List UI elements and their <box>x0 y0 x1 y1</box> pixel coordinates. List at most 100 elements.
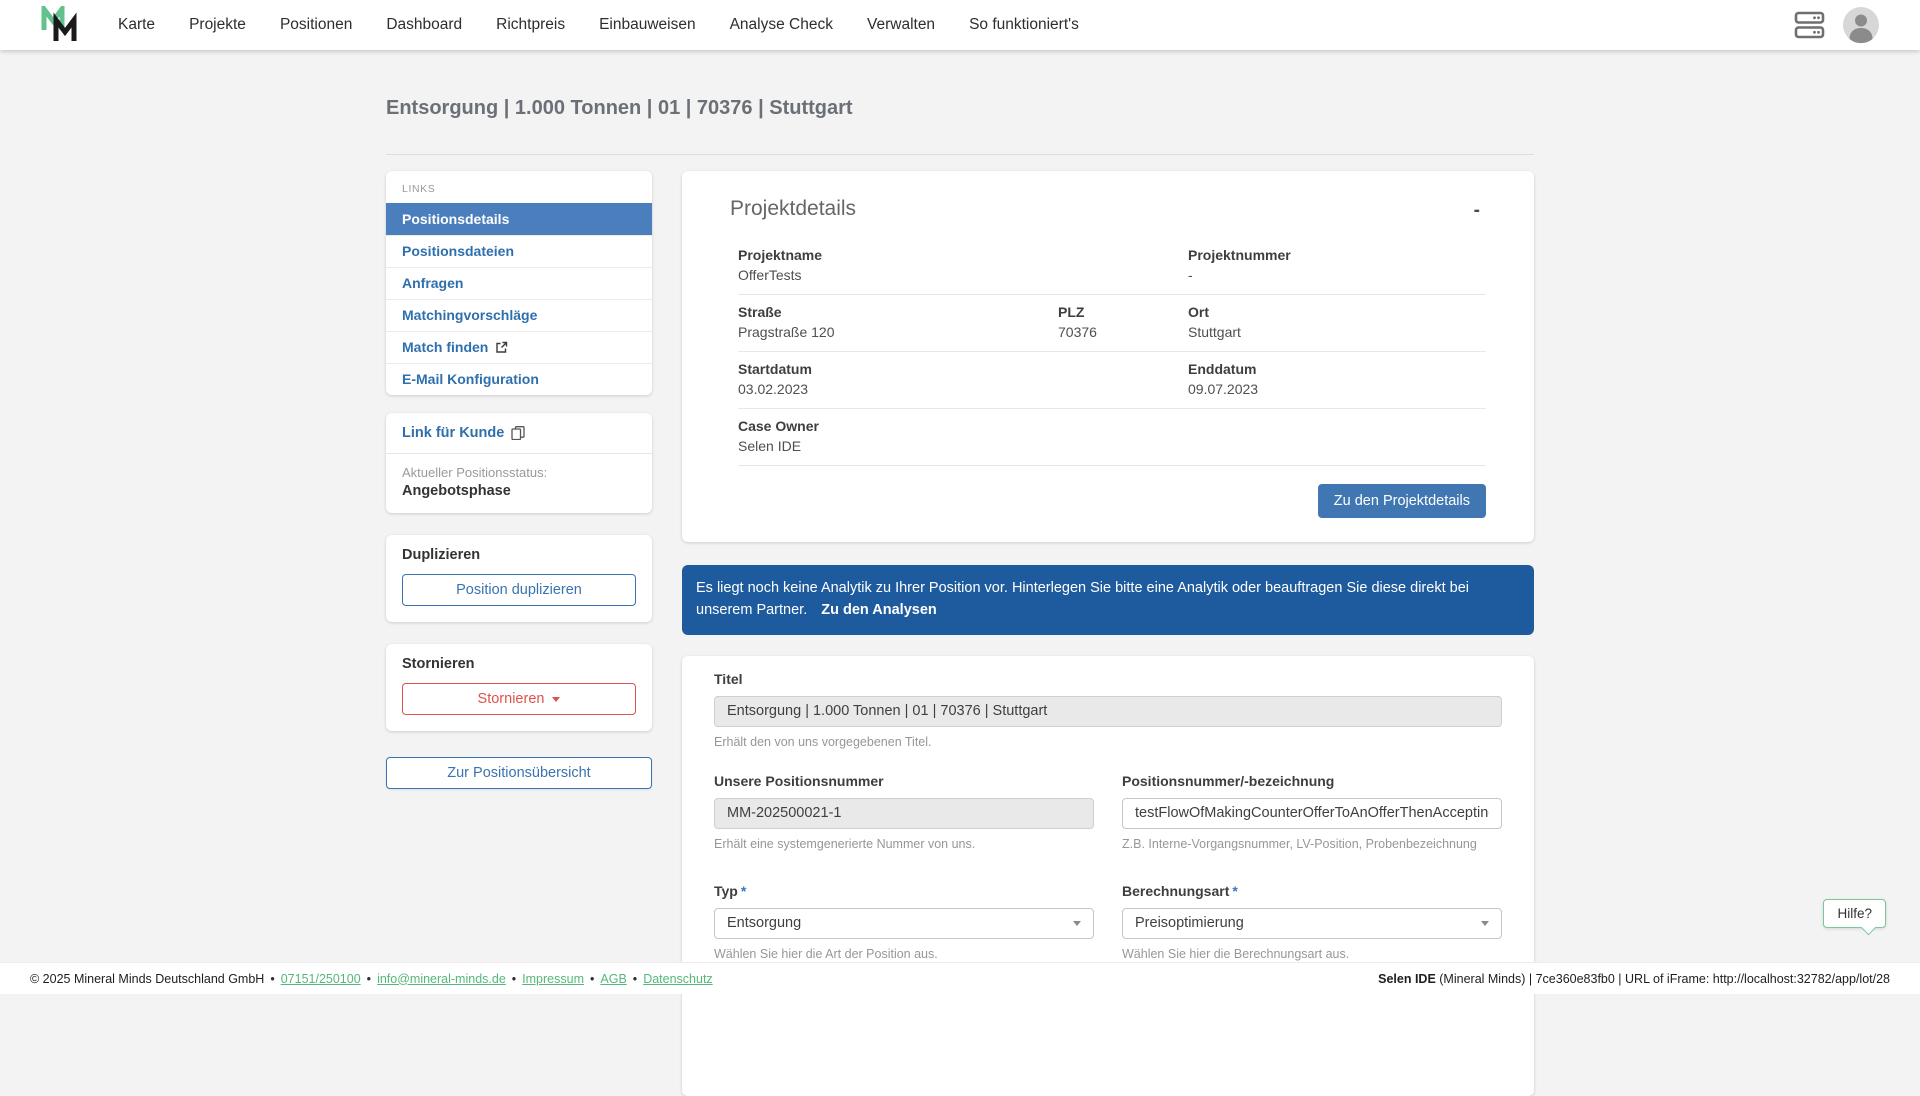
unsere-positionsnummer-helper: Erhält eine systemgenerierte Nummer von … <box>714 837 1094 851</box>
field-case-owner: Case Owner Selen IDE <box>738 418 1486 454</box>
footer: © 2025 Mineral Minds Deutschland GmbH • … <box>0 962 1920 994</box>
duplicate-card: Duplizieren Position duplizieren <box>386 535 652 622</box>
footer-link-agb[interactable]: AGB <box>600 972 626 986</box>
typ-field: Typ* Entsorgung Wählen Sie hier die Art … <box>714 883 1094 961</box>
nav-positionen[interactable]: Positionen <box>280 16 352 34</box>
top-navbar: Karte Projekte Positionen Dashboard Rich… <box>0 0 1920 50</box>
sidebar-item-anfragen[interactable]: Anfragen <box>386 267 652 299</box>
separator: • <box>633 972 637 986</box>
hilfe-button[interactable]: Hilfe? <box>1823 899 1886 928</box>
footer-link-impressum[interactable]: Impressum <box>522 972 584 986</box>
berechnungsart-select-value: Preisoptimierung <box>1135 915 1244 931</box>
berechnungsart-select[interactable]: Preisoptimierung <box>1122 908 1502 939</box>
logo[interactable] <box>40 6 80 44</box>
positionsnummer-helper: Z.B. Interne-Vorgangsnummer, LV-Position… <box>1122 837 1502 851</box>
typ-label-text: Typ <box>714 883 738 899</box>
typ-label: Typ* <box>714 883 1094 899</box>
footer-user-name: Selen IDE <box>1378 972 1436 986</box>
copyright: © 2025 Mineral Minds Deutschland GmbH <box>30 972 264 986</box>
unsere-positionsnummer-label: Unsere Positionsnummer <box>714 773 1094 789</box>
berechnungsart-label-text: Berechnungsart <box>1122 883 1229 899</box>
nav-so-funktionierts[interactable]: So funktioniert's <box>969 16 1079 34</box>
nav-dashboard[interactable]: Dashboard <box>386 16 462 34</box>
field-label: Straße <box>738 304 1058 320</box>
separator: • <box>512 972 516 986</box>
field-label: Enddatum <box>1188 361 1486 377</box>
link-fuer-kunde-label: Link für Kunde <box>402 425 504 441</box>
position-duplizieren-button[interactable]: Position duplizieren <box>402 574 636 606</box>
page-content: Entsorgung | 1.000 Tonnen | 01 | 70376 |… <box>386 50 1534 1096</box>
field-value: Pragstraße 120 <box>738 324 1058 340</box>
position-form-card: Titel Erhält den von uns vorgegebenen Ti… <box>682 656 1534 1096</box>
caret-down-icon <box>552 697 560 702</box>
status-label: Aktueller Positionsstatus: <box>402 465 636 480</box>
sidebar-item-email-konfiguration[interactable]: E-Mail Konfiguration <box>386 363 652 395</box>
collapse-icon[interactable]: - <box>1468 197 1486 224</box>
nav-menu: Karte Projekte Positionen Dashboard Rich… <box>118 16 1079 34</box>
chevron-down-icon <box>1481 921 1489 926</box>
separator: • <box>367 972 371 986</box>
footer-link-email[interactable]: info@mineral-minds.de <box>377 972 506 986</box>
nav-richtpreis[interactable]: Richtpreis <box>496 16 565 34</box>
field-value: 70376 <box>1058 324 1188 340</box>
field-label: Ort <box>1188 304 1486 320</box>
navbar-actions <box>1794 6 1880 44</box>
typ-select[interactable]: Entsorgung <box>714 908 1094 939</box>
field-enddatum: Enddatum 09.07.2023 <box>1188 361 1486 397</box>
server-stack-icon[interactable] <box>1794 10 1826 40</box>
nav-projekte[interactable]: Projekte <box>189 16 246 34</box>
projektdetails-card: Projektdetails - Projektname OfferTests … <box>682 171 1534 542</box>
field-ort: Ort Stuttgart <box>1188 304 1486 340</box>
sidebar-item-positionsdetails[interactable]: Positionsdetails <box>386 203 652 235</box>
link-fuer-kunde[interactable]: Link für Kunde <box>386 413 652 454</box>
nav-einbauweisen[interactable]: Einbauweisen <box>599 16 696 34</box>
sidebar-item-positionsdateien[interactable]: Positionsdateien <box>386 235 652 267</box>
zur-positionsuebersicht-button[interactable]: Zur Positionsübersicht <box>386 757 652 789</box>
nav-verwalten[interactable]: Verwalten <box>867 16 935 34</box>
positionsnummer-input[interactable] <box>1122 798 1502 829</box>
titel-input <box>714 696 1502 727</box>
sidebar-item-matchingvorschlaege[interactable]: Matchingvorschläge <box>386 299 652 331</box>
nav-karte[interactable]: Karte <box>118 16 155 34</box>
unsere-positionsnummer-field: Unsere Positionsnummer Erhält eine syste… <box>714 773 1094 851</box>
field-value: Selen IDE <box>738 438 1486 454</box>
field-label: Startdatum <box>738 361 1188 377</box>
duplicate-title: Duplizieren <box>402 547 636 563</box>
field-label: Projektname <box>738 247 1188 263</box>
footer-link-phone[interactable]: 07151/250100 <box>281 972 361 986</box>
sidebar: LINKS Positionsdetails Positionsdateien … <box>386 171 652 789</box>
field-projektnummer: Projektnummer - <box>1188 247 1486 283</box>
sidebar-item-match-finden[interactable]: Match finden <box>386 331 652 363</box>
field-plz: PLZ 70376 <box>1058 304 1188 340</box>
cancel-card: Stornieren Stornieren <box>386 644 652 731</box>
field-label: PLZ <box>1058 304 1188 320</box>
links-header: LINKS <box>386 171 652 203</box>
external-link-icon <box>495 341 508 354</box>
typ-helper: Wählen Sie hier die Art der Position aus… <box>714 947 1094 961</box>
field-startdatum: Startdatum 03.02.2023 <box>738 361 1188 397</box>
field-strasse: Straße Pragstraße 120 <box>738 304 1058 340</box>
field-label: Projektnummer <box>1188 247 1486 263</box>
field-projektname: Projektname OfferTests <box>738 247 1188 283</box>
titel-helper: Erhält den von uns vorgegebenen Titel. <box>714 735 1502 749</box>
page-title: Entsorgung | 1.000 Tonnen | 01 | 70376 |… <box>386 97 1534 155</box>
avatar[interactable] <box>1842 6 1880 44</box>
analytics-info-banner: Es liegt noch keine Analytik zu Ihrer Po… <box>682 565 1534 635</box>
zu-den-projektdetails-button[interactable]: Zu den Projektdetails <box>1318 484 1486 518</box>
field-value: 03.02.2023 <box>738 381 1188 397</box>
typ-select-value: Entsorgung <box>727 915 801 931</box>
footer-left: © 2025 Mineral Minds Deutschland GmbH • … <box>30 972 713 986</box>
field-value: OfferTests <box>738 267 1188 283</box>
berechnungsart-field: Berechnungsart* Preisoptimierung Wählen … <box>1122 883 1502 961</box>
copy-icon <box>511 426 525 440</box>
stornieren-button[interactable]: Stornieren <box>402 683 636 715</box>
footer-link-datenschutz[interactable]: Datenschutz <box>643 972 712 986</box>
required-asterisk: * <box>1232 883 1237 899</box>
zu-den-analysen-link[interactable]: Zu den Analysen <box>821 602 936 618</box>
titel-field: Titel Erhält den von uns vorgegebenen Ti… <box>714 671 1502 749</box>
nav-analyse-check[interactable]: Analyse Check <box>730 16 833 34</box>
field-value: 09.07.2023 <box>1188 381 1486 397</box>
stornieren-button-label: Stornieren <box>478 691 545 707</box>
main-column: Projektdetails - Projektname OfferTests … <box>682 171 1534 1096</box>
separator: • <box>590 972 594 986</box>
